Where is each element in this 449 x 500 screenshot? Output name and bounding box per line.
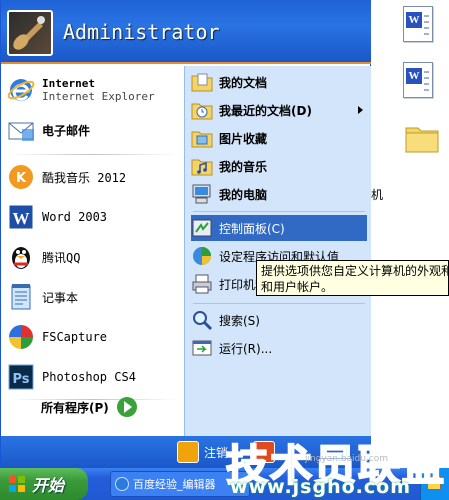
program-label: 电子邮件	[42, 123, 91, 138]
place-label: 搜索(S)	[219, 313, 260, 328]
svg-text:K: K	[16, 171, 27, 186]
all-programs-label: 所有程序(P)	[41, 400, 109, 415]
program-title: Internet	[42, 77, 95, 90]
user-avatar[interactable]	[7, 10, 53, 56]
key-icon	[177, 441, 199, 463]
program-label: FSCapture	[42, 330, 108, 344]
arrow-right-icon	[116, 397, 137, 417]
program-notepad[interactable]: 记事本	[6, 277, 182, 317]
svg-text:Ps: Ps	[12, 372, 29, 387]
word-icon: W	[6, 202, 36, 232]
program-access-icon	[191, 245, 213, 267]
taskbar-item[interactable]: 百度经验_编辑器	[110, 471, 250, 497]
recent-documents-icon	[191, 99, 213, 121]
program-label: Photoshop CS4	[42, 370, 136, 384]
place-my-pictures[interactable]: 图片收藏	[191, 125, 367, 151]
printer-icon	[191, 273, 213, 295]
taskbar: 开始 百度经验_编辑器	[0, 468, 449, 500]
place-label: 图片收藏	[219, 131, 268, 146]
submenu-arrow-icon	[358, 106, 363, 114]
my-pictures-icon	[191, 127, 213, 149]
program-qq[interactable]: 腾讯QQ	[6, 237, 182, 277]
program-label: 酷我音乐 2012	[42, 170, 127, 185]
desktop-icon-label: 机	[371, 188, 384, 202]
kuwo-music-icon: K	[6, 162, 36, 192]
word-document-icon[interactable]: W	[403, 6, 433, 42]
folder-icon[interactable]	[404, 120, 440, 156]
notepad-icon	[6, 282, 36, 312]
fscapture-icon	[6, 322, 36, 352]
place-label: 我的音乐	[219, 159, 268, 174]
program-label: 腾讯QQ	[42, 250, 81, 265]
program-photoshop[interactable]: Ps Photoshop CS4	[6, 357, 182, 397]
svg-text:W: W	[13, 209, 30, 228]
run-icon	[191, 337, 213, 359]
program-fscapture[interactable]: FSCapture	[6, 317, 182, 357]
place-label: 运行(R)...	[219, 341, 273, 356]
program-email[interactable]: 电子邮件	[6, 110, 182, 150]
tooltip-line: 提供选项供您自定义计算机的外观和	[261, 264, 449, 278]
program-subtitle: Internet Explorer	[42, 90, 155, 103]
start-button[interactable]: 开始	[0, 468, 88, 500]
run-item[interactable]: 运行(R)...	[191, 335, 367, 361]
start-menu: Administrator Internet Internet Explorer…	[0, 0, 371, 468]
tray-icon[interactable]	[427, 476, 441, 490]
tooltip: 提供选项供您自定义计算机的外观和 和用户帐户。	[256, 260, 449, 296]
place-my-documents[interactable]: 我的文档	[191, 69, 367, 95]
place-label: 我的文档	[219, 75, 268, 90]
program-label: Word 2003	[42, 210, 108, 224]
control-panel-item[interactable]: 控制面板(C)	[191, 215, 367, 241]
my-documents-icon	[191, 71, 213, 93]
right-pane: 我的文档 我最近的文档(D) 图片收藏 我的音乐 我的电脑 控制面板(C) 设定…	[184, 66, 371, 436]
program-word[interactable]: W Word 2003	[6, 197, 182, 237]
photoshop-icon: Ps	[6, 362, 36, 392]
place-label: 我的电脑	[219, 187, 268, 202]
logoff-label: 注销	[204, 445, 229, 460]
control-panel-icon	[191, 217, 213, 239]
word-document-icon[interactable]: W	[403, 62, 433, 98]
my-music-icon	[191, 155, 213, 177]
place-recent-documents[interactable]: 我最近的文档(D)	[191, 97, 367, 123]
my-computer-icon	[191, 183, 213, 205]
program-internet-explorer[interactable]: Internet Internet Explorer	[6, 70, 182, 110]
left-pane: Internet Internet Explorer 电子邮件 K 酷我音乐 2…	[1, 66, 184, 436]
separator	[9, 154, 177, 155]
program-kuwo-music[interactable]: K 酷我音乐 2012	[6, 157, 182, 197]
email-icon	[6, 115, 36, 145]
windows-flag-icon	[8, 475, 26, 493]
shutdown-icon[interactable]	[253, 441, 275, 463]
separator	[193, 211, 365, 212]
internet-explorer-icon	[6, 75, 36, 105]
program-label: 记事本	[42, 290, 79, 305]
taskbar-item-label: 百度经验_编辑器	[133, 478, 216, 491]
logoff-button[interactable]: 注销	[177, 441, 228, 463]
separator	[193, 303, 365, 304]
user-name: Administrator	[63, 20, 220, 44]
all-programs-button[interactable]: 所有程序(P)	[41, 397, 137, 417]
place-label: 控制面板(C)	[219, 221, 285, 236]
qq-penguin-icon	[6, 242, 36, 272]
place-label: 我最近的文档(D)	[219, 103, 312, 118]
tooltip-line: 和用户帐户。	[261, 280, 334, 294]
internet-explorer-icon	[115, 477, 129, 491]
place-my-music[interactable]: 我的音乐	[191, 153, 367, 179]
search-icon	[191, 309, 213, 331]
start-label: 开始	[32, 476, 65, 495]
system-tray	[420, 468, 449, 500]
start-menu-header: Administrator	[1, 0, 371, 64]
place-my-computer[interactable]: 我的电脑	[191, 181, 367, 207]
search-item[interactable]: 搜索(S)	[191, 307, 367, 333]
